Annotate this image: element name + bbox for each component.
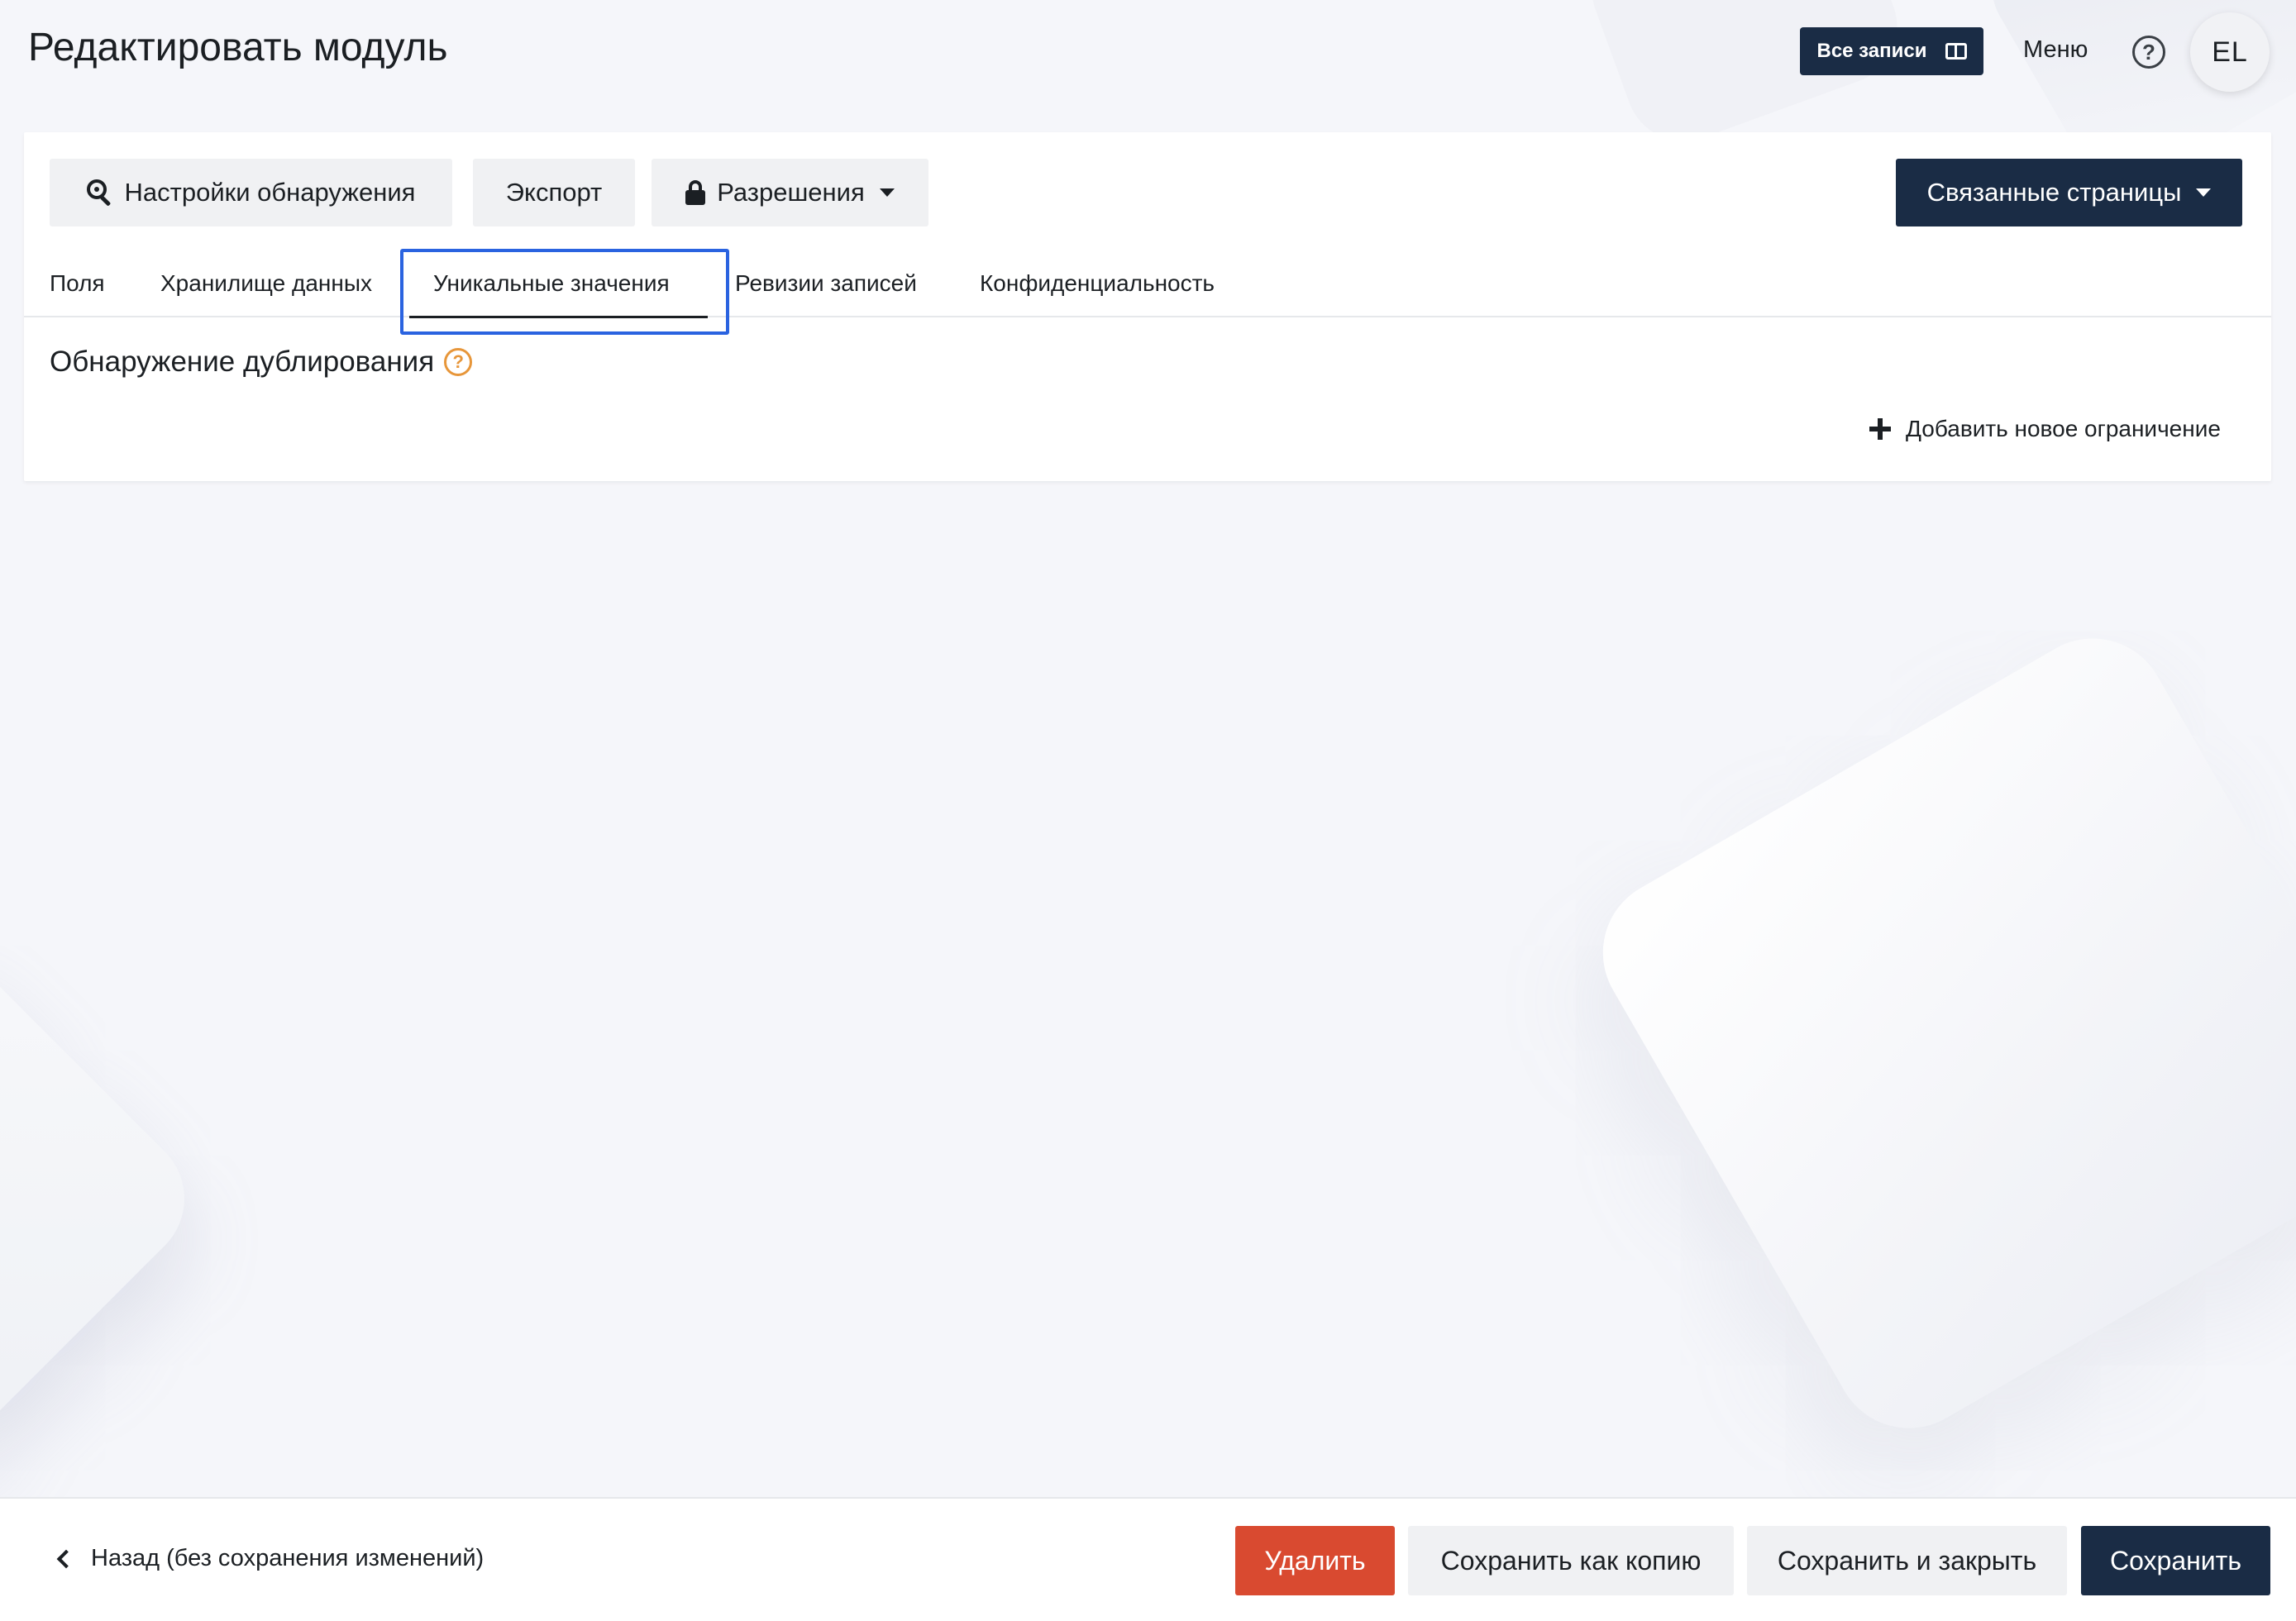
export-button[interactable]: Экспорт: [473, 159, 635, 226]
add-constraint-button[interactable]: Добавить новое ограничение: [1869, 416, 2221, 442]
permissions-dropdown[interactable]: Разрешения: [652, 159, 928, 226]
tab-data-storage[interactable]: Хранилище данных: [160, 250, 372, 317]
background-shape: [1575, 611, 2296, 1456]
tab-fields[interactable]: Поля: [50, 250, 105, 317]
footer-bar: Назад (без сохранения изменений) Удалить…: [0, 1497, 2296, 1621]
save-and-close-button[interactable]: Сохранить и закрыть: [1747, 1526, 2067, 1595]
page: Редактировать модуль Все записи Меню ? E…: [0, 0, 2296, 1621]
back-label: Назад (без сохранения изменений): [91, 1545, 484, 1571]
tab-privacy[interactable]: Конфиденциальность: [980, 250, 1215, 317]
active-tab-indicator: [409, 316, 708, 318]
module-edit-card: Настройки обнаружения Экспорт Разрешения…: [24, 132, 2271, 481]
info-circle-icon[interactable]: ?: [444, 348, 473, 376]
add-constraint-label: Добавить новое ограничение: [1906, 416, 2221, 441]
caret-down-icon: [2196, 188, 2212, 197]
discovery-settings-button[interactable]: Настройки обнаружения: [50, 159, 452, 226]
help-circle-icon[interactable]: ?: [2132, 36, 2165, 69]
tab-bar: Поля Хранилище данных Уникальные значени…: [24, 249, 2271, 335]
delete-button[interactable]: Удалить: [1235, 1526, 1395, 1595]
permissions-label: Разрешения: [717, 178, 865, 207]
search-icon: [86, 179, 113, 207]
menu-link[interactable]: Меню: [2023, 36, 2088, 64]
all-records-label: Все записи: [1816, 40, 1927, 62]
back-link[interactable]: Назад (без сохранения изменений): [55, 1545, 484, 1572]
save-button[interactable]: Сохранить: [2081, 1526, 2270, 1595]
section-title: Обнаружение дублирования ?: [50, 346, 473, 379]
save-as-copy-button[interactable]: Сохранить как копию: [1408, 1526, 1734, 1595]
background-shape: [0, 871, 212, 1526]
duplicate-detection-heading: Обнаружение дублирования: [50, 346, 435, 378]
tab-record-revisions[interactable]: Ревизии записей: [735, 250, 917, 317]
tab-unique-values[interactable]: Уникальные значения: [433, 250, 670, 317]
chevron-left-icon: [56, 1549, 76, 1568]
all-records-button[interactable]: Все записи: [1800, 27, 1983, 75]
discovery-settings-label: Настройки обнаружения: [124, 178, 416, 207]
plus-icon: [1869, 418, 1891, 440]
related-pages-dropdown[interactable]: Связанные страницы: [1896, 159, 2242, 226]
caret-down-icon: [879, 188, 895, 197]
columns-icon: [1945, 43, 1967, 60]
lock-icon: [685, 180, 706, 205]
avatar[interactable]: EL: [2190, 12, 2270, 92]
related-pages-label: Связанные страницы: [1926, 178, 2182, 207]
page-title: Редактировать модуль: [28, 26, 448, 69]
